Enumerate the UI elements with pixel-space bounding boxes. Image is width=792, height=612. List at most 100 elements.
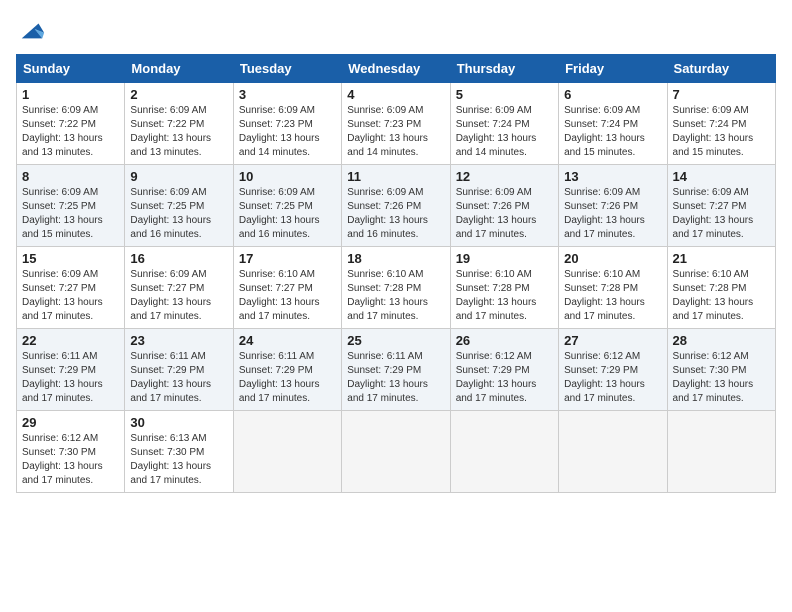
calendar-week-row: 1 Sunrise: 6:09 AMSunset: 7:22 PMDaylight… xyxy=(17,83,776,165)
calendar-day-cell: 30 Sunrise: 6:13 AMSunset: 7:30 PMDayligh… xyxy=(125,411,233,493)
calendar-day-cell: 9 Sunrise: 6:09 AMSunset: 7:25 PMDaylight… xyxy=(125,165,233,247)
logo xyxy=(16,16,46,44)
day-info: Sunrise: 6:09 AMSunset: 7:27 PMDaylight:… xyxy=(130,268,227,324)
day-info: Sunrise: 6:09 AMSunset: 7:23 PMDaylight:… xyxy=(347,104,444,160)
calendar-day-cell: 7 Sunrise: 6:09 AMSunset: 7:24 PMDaylight… xyxy=(667,83,775,165)
calendar-week-row: 29 Sunrise: 6:12 AMSunset: 7:30 PMDayligh… xyxy=(17,411,776,493)
day-number: 9 xyxy=(130,169,227,184)
calendar-day-cell: 16 Sunrise: 6:09 AMSunset: 7:27 PMDayligh… xyxy=(125,247,233,329)
calendar-day-cell: 3 Sunrise: 6:09 AMSunset: 7:23 PMDaylight… xyxy=(233,83,341,165)
day-number: 30 xyxy=(130,415,227,430)
day-number: 8 xyxy=(22,169,119,184)
day-info: Sunrise: 6:09 AMSunset: 7:26 PMDaylight:… xyxy=(564,186,661,242)
day-number: 1 xyxy=(22,87,119,102)
day-info: Sunrise: 6:09 AMSunset: 7:25 PMDaylight:… xyxy=(130,186,227,242)
day-info: Sunrise: 6:09 AMSunset: 7:24 PMDaylight:… xyxy=(564,104,661,160)
weekday-header-sunday: Sunday xyxy=(17,55,125,83)
calendar-day-cell: 17 Sunrise: 6:10 AMSunset: 7:27 PMDayligh… xyxy=(233,247,341,329)
weekday-header-row: SundayMondayTuesdayWednesdayThursdayFrid… xyxy=(17,55,776,83)
calendar-day-cell: 20Sunrise: 6:10 AMSunset: 7:28 PMDayligh… xyxy=(559,247,667,329)
day-info: Sunrise: 6:09 AMSunset: 7:22 PMDaylight:… xyxy=(22,104,119,160)
day-info: Sunrise: 6:11 AMSunset: 7:29 PMDaylight:… xyxy=(130,350,227,406)
calendar-day-cell xyxy=(233,411,341,493)
calendar-day-cell: 27Sunrise: 6:12 AMSunset: 7:29 PMDayligh… xyxy=(559,329,667,411)
day-number: 17 xyxy=(239,251,336,266)
day-info: Sunrise: 6:09 AMSunset: 7:22 PMDaylight:… xyxy=(130,104,227,160)
day-number: 12 xyxy=(456,169,553,184)
calendar-day-cell: 5 Sunrise: 6:09 AMSunset: 7:24 PMDaylight… xyxy=(450,83,558,165)
calendar-week-row: 22 Sunrise: 6:11 AMSunset: 7:29 PMDayligh… xyxy=(17,329,776,411)
day-number: 20 xyxy=(564,251,661,266)
calendar-day-cell: 29 Sunrise: 6:12 AMSunset: 7:30 PMDayligh… xyxy=(17,411,125,493)
calendar-day-cell: 21Sunrise: 6:10 AMSunset: 7:28 PMDayligh… xyxy=(667,247,775,329)
calendar-day-cell: 13Sunrise: 6:09 AMSunset: 7:26 PMDayligh… xyxy=(559,165,667,247)
calendar-day-cell: 2 Sunrise: 6:09 AMSunset: 7:22 PMDaylight… xyxy=(125,83,233,165)
day-info: Sunrise: 6:10 AMSunset: 7:28 PMDaylight:… xyxy=(673,268,770,324)
calendar-day-cell: 23 Sunrise: 6:11 AMSunset: 7:29 PMDayligh… xyxy=(125,329,233,411)
calendar-day-cell: 1 Sunrise: 6:09 AMSunset: 7:22 PMDaylight… xyxy=(17,83,125,165)
day-number: 10 xyxy=(239,169,336,184)
day-info: Sunrise: 6:12 AMSunset: 7:30 PMDaylight:… xyxy=(22,432,119,488)
day-number: 28 xyxy=(673,333,770,348)
day-info: Sunrise: 6:09 AMSunset: 7:27 PMDaylight:… xyxy=(22,268,119,324)
calendar-day-cell: 8 Sunrise: 6:09 AMSunset: 7:25 PMDaylight… xyxy=(17,165,125,247)
day-number: 16 xyxy=(130,251,227,266)
calendar-week-row: 8 Sunrise: 6:09 AMSunset: 7:25 PMDaylight… xyxy=(17,165,776,247)
day-info: Sunrise: 6:11 AMSunset: 7:29 PMDaylight:… xyxy=(239,350,336,406)
day-number: 19 xyxy=(456,251,553,266)
day-info: Sunrise: 6:09 AMSunset: 7:26 PMDaylight:… xyxy=(456,186,553,242)
calendar-day-cell xyxy=(450,411,558,493)
day-info: Sunrise: 6:09 AMSunset: 7:25 PMDaylight:… xyxy=(239,186,336,242)
calendar-day-cell xyxy=(667,411,775,493)
day-info: Sunrise: 6:12 AMSunset: 7:30 PMDaylight:… xyxy=(673,350,770,406)
weekday-header-thursday: Thursday xyxy=(450,55,558,83)
weekday-header-tuesday: Tuesday xyxy=(233,55,341,83)
day-info: Sunrise: 6:11 AMSunset: 7:29 PMDaylight:… xyxy=(22,350,119,406)
day-number: 11 xyxy=(347,169,444,184)
day-info: Sunrise: 6:09 AMSunset: 7:24 PMDaylight:… xyxy=(673,104,770,160)
calendar-day-cell xyxy=(559,411,667,493)
day-info: Sunrise: 6:10 AMSunset: 7:28 PMDaylight:… xyxy=(347,268,444,324)
day-info: Sunrise: 6:11 AMSunset: 7:29 PMDaylight:… xyxy=(347,350,444,406)
calendar-day-cell: 12 Sunrise: 6:09 AMSunset: 7:26 PMDayligh… xyxy=(450,165,558,247)
calendar-day-cell: 10 Sunrise: 6:09 AMSunset: 7:25 PMDayligh… xyxy=(233,165,341,247)
page-header xyxy=(16,16,776,44)
day-info: Sunrise: 6:09 AMSunset: 7:23 PMDaylight:… xyxy=(239,104,336,160)
calendar-day-cell: 11Sunrise: 6:09 AMSunset: 7:26 PMDayligh… xyxy=(342,165,450,247)
calendar-day-cell: 26 Sunrise: 6:12 AMSunset: 7:29 PMDayligh… xyxy=(450,329,558,411)
day-number: 6 xyxy=(564,87,661,102)
calendar-day-cell: 15 Sunrise: 6:09 AMSunset: 7:27 PMDayligh… xyxy=(17,247,125,329)
day-info: Sunrise: 6:10 AMSunset: 7:27 PMDaylight:… xyxy=(239,268,336,324)
day-number: 3 xyxy=(239,87,336,102)
weekday-header-friday: Friday xyxy=(559,55,667,83)
day-number: 15 xyxy=(22,251,119,266)
calendar-day-cell: 25Sunrise: 6:11 AMSunset: 7:29 PMDayligh… xyxy=(342,329,450,411)
day-number: 26 xyxy=(456,333,553,348)
calendar-day-cell: 6 Sunrise: 6:09 AMSunset: 7:24 PMDaylight… xyxy=(559,83,667,165)
calendar-day-cell: 4Sunrise: 6:09 AMSunset: 7:23 PMDaylight… xyxy=(342,83,450,165)
day-number: 27 xyxy=(564,333,661,348)
weekday-header-wednesday: Wednesday xyxy=(342,55,450,83)
day-number: 7 xyxy=(673,87,770,102)
calendar-day-cell xyxy=(342,411,450,493)
calendar-day-cell: 28 Sunrise: 6:12 AMSunset: 7:30 PMDayligh… xyxy=(667,329,775,411)
day-number: 2 xyxy=(130,87,227,102)
day-number: 22 xyxy=(22,333,119,348)
day-number: 14 xyxy=(673,169,770,184)
calendar-week-row: 15 Sunrise: 6:09 AMSunset: 7:27 PMDayligh… xyxy=(17,247,776,329)
day-number: 29 xyxy=(22,415,119,430)
calendar-day-cell: 24 Sunrise: 6:11 AMSunset: 7:29 PMDayligh… xyxy=(233,329,341,411)
day-info: Sunrise: 6:09 AMSunset: 7:25 PMDaylight:… xyxy=(22,186,119,242)
day-info: Sunrise: 6:09 AMSunset: 7:27 PMDaylight:… xyxy=(673,186,770,242)
day-number: 5 xyxy=(456,87,553,102)
day-number: 23 xyxy=(130,333,227,348)
day-info: Sunrise: 6:09 AMSunset: 7:24 PMDaylight:… xyxy=(456,104,553,160)
day-number: 18 xyxy=(347,251,444,266)
day-info: Sunrise: 6:12 AMSunset: 7:29 PMDaylight:… xyxy=(456,350,553,406)
logo-icon xyxy=(18,16,46,44)
calendar-day-cell: 22 Sunrise: 6:11 AMSunset: 7:29 PMDayligh… xyxy=(17,329,125,411)
weekday-header-monday: Monday xyxy=(125,55,233,83)
day-info: Sunrise: 6:10 AMSunset: 7:28 PMDaylight:… xyxy=(456,268,553,324)
day-number: 24 xyxy=(239,333,336,348)
day-info: Sunrise: 6:13 AMSunset: 7:30 PMDaylight:… xyxy=(130,432,227,488)
